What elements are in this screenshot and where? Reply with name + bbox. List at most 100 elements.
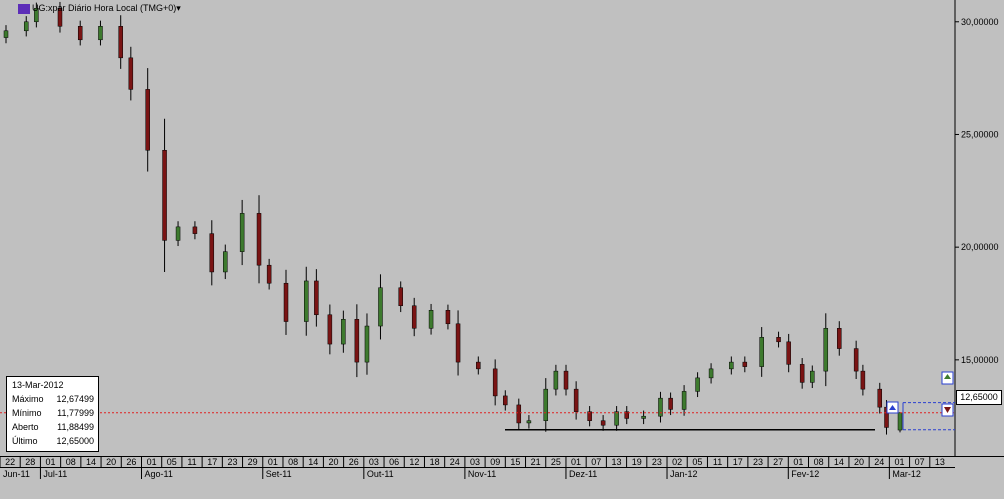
day-tick-label: 13 <box>935 457 945 467</box>
candle-body <box>455 323 461 363</box>
candle-body <box>573 388 579 412</box>
candle-body <box>341 319 346 345</box>
plot-background <box>0 0 955 456</box>
price-axis-background <box>955 0 1004 456</box>
day-tick-label: 17 <box>733 457 743 467</box>
day-tick-label: 20 <box>106 457 116 467</box>
day-tick-label: 07 <box>915 457 925 467</box>
candle-body <box>398 287 403 307</box>
info-value: 12,65000 <box>56 436 94 446</box>
candle-body <box>303 280 309 322</box>
chart-title-text: UG:xpar Diário Hora Local (TMG+0)▾ <box>32 3 181 13</box>
candle-body <box>192 226 198 234</box>
day-tick-label: 01 <box>894 457 904 467</box>
candle-body <box>877 388 883 408</box>
day-tick-label: 12 <box>409 457 419 467</box>
candle-body <box>128 57 134 90</box>
candle-body <box>162 149 167 241</box>
price-chart[interactable]: 15,00000 20,00000 25,00000 30,00000 22 28 01 0… <box>0 0 1004 499</box>
day-tick-label: 09 <box>490 457 500 467</box>
candle-body <box>445 310 451 325</box>
day-tick-label: 05 <box>167 457 177 467</box>
month-label: Jul-11 <box>43 469 67 479</box>
candle-body <box>476 361 481 370</box>
day-tick-label: 20 <box>854 457 864 467</box>
candle-body <box>600 420 606 426</box>
ohlc-info-panel: 13-Mar-2012 Máximo 12,67499 Mínimo 11,77… <box>6 376 99 452</box>
day-tick-label: 26 <box>349 457 359 467</box>
info-label: Máximo <box>12 394 44 404</box>
day-tick-label: 19 <box>632 457 642 467</box>
day-tick-label: 27 <box>773 457 783 467</box>
candle-body <box>411 305 417 329</box>
candle-body <box>283 282 289 322</box>
month-label: Out-11 <box>367 469 394 479</box>
day-tick-label: 08 <box>66 457 76 467</box>
candle-body <box>786 341 791 365</box>
candle-body <box>354 319 360 363</box>
candle-body <box>837 328 842 349</box>
day-tick-label: 14 <box>308 457 318 467</box>
info-value: 11,88499 <box>57 422 94 432</box>
month-label: Fev-12 <box>791 469 819 479</box>
candle-body <box>3 30 9 38</box>
day-tick-label: 20 <box>329 457 339 467</box>
day-tick-label: 18 <box>430 457 440 467</box>
chart-title[interactable]: UG:xpar Diário Hora Local (TMG+0)▾ <box>4 3 181 14</box>
day-tick-label: 01 <box>46 457 56 467</box>
info-label: Aberto <box>12 422 39 432</box>
candle-body <box>428 310 434 329</box>
candle-body <box>695 377 700 392</box>
candle-body <box>553 370 559 390</box>
candle-body <box>897 412 903 431</box>
day-tick-label: 01 <box>147 457 157 467</box>
info-row-low: Mínimo 11,77999 <box>12 408 94 418</box>
candle-body <box>658 397 663 417</box>
day-tick-label: 14 <box>86 457 96 467</box>
candle-body <box>503 395 508 406</box>
month-label: Jan-12 <box>670 469 698 479</box>
month-label: Set-11 <box>266 469 292 479</box>
month-label: Ago-11 <box>144 469 172 479</box>
month-label: Mar-12 <box>892 469 921 479</box>
month-label: Jun-11 <box>3 469 30 479</box>
day-tick-label: 11 <box>187 457 196 467</box>
candle-body <box>492 368 498 397</box>
day-tick-label: 15 <box>510 457 520 467</box>
candle-body <box>145 89 150 151</box>
info-label: Último <box>12 436 38 446</box>
day-tick-label: 14 <box>834 457 844 467</box>
candle-body <box>23 21 29 32</box>
candle-body <box>563 370 569 390</box>
day-tick-label: 24 <box>450 457 460 467</box>
price-tick-label: 30,00000 <box>961 17 999 27</box>
candle-body <box>742 361 748 367</box>
day-tick-label: 01 <box>268 457 278 467</box>
candle-body <box>614 411 619 426</box>
info-value: 11,77999 <box>57 408 94 418</box>
candle-body <box>77 26 83 41</box>
day-tick-label: 11 <box>713 457 722 467</box>
day-tick-label: 26 <box>126 457 136 467</box>
candle-body <box>729 361 734 370</box>
candle-body <box>209 233 215 273</box>
day-tick-label: 21 <box>531 457 541 467</box>
day-tick-label: 23 <box>652 457 662 467</box>
day-tick-label: 29 <box>248 457 258 467</box>
price-tick-label: 20,00000 <box>961 242 999 252</box>
day-tick-label: 25 <box>551 457 561 467</box>
day-tick-label: 06 <box>389 457 399 467</box>
candle-body <box>759 337 764 367</box>
day-tick-label: 23 <box>227 457 237 467</box>
info-row-last: Último 12,65000 <box>12 436 94 446</box>
candle-body <box>543 388 549 421</box>
info-row-high: Máximo 12,67499 <box>12 394 94 404</box>
day-tick-label: 08 <box>814 457 824 467</box>
day-tick-label: 02 <box>672 457 682 467</box>
candle-body <box>364 325 370 363</box>
day-tick-label: 22 <box>5 457 15 467</box>
candle-body <box>223 251 228 273</box>
candle-body <box>776 337 781 343</box>
candle-body <box>314 280 319 316</box>
day-tick-label: 03 <box>470 457 480 467</box>
